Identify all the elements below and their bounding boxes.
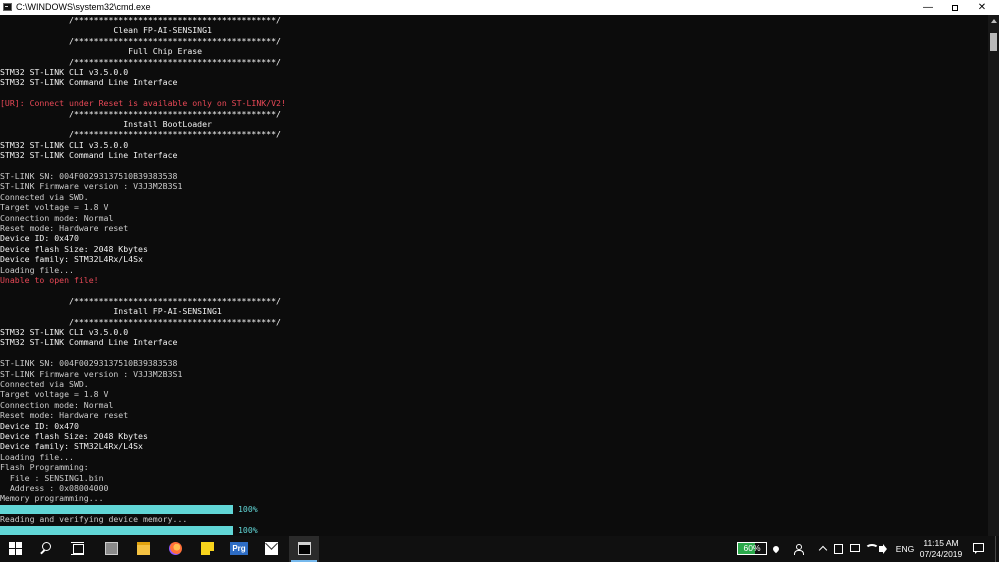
network-icon [850,544,860,552]
scroll-up-icon[interactable] [991,19,997,23]
progress-bar [0,525,233,535]
show-desktop-button[interactable] [995,536,999,562]
console-line: /***************************************… [0,316,281,327]
console-line: Device family: STM32L4Rx/L4Sx [0,441,143,452]
console-line: Reading and verifying device memory... [0,514,188,525]
console-line: Device ID: 0x470 [0,233,79,244]
vertical-scrollbar[interactable] [988,15,999,536]
volume-icon [879,544,887,554]
battery-label: 60% [743,543,761,553]
console-line: STM32 ST-LINK CLI v3.5.0.0 [0,67,129,77]
console-line: Reset mode: Hardware reset [0,410,129,421]
progress-percent: 100% [238,503,258,514]
tray-people[interactable] [790,536,808,562]
sticky-notes-icon [201,542,214,555]
drop-icon [771,544,781,554]
console-line: Connected via SWD. [0,379,89,389]
people-icon [793,544,804,555]
console-line: STM32 ST-LINK CLI v3.5.0.0 [0,327,129,337]
cmd-icon [298,542,311,555]
title-bar[interactable]: C:\WINDOWS\system32\cmd.exe — ✕ [0,0,999,15]
progress-percent: 100% [238,524,258,535]
taskbar-sticky-notes[interactable] [192,536,222,562]
console-line: Full Chip Erase [0,46,203,57]
console-line: STM32 ST-LINK Command Line Interface [0,337,178,348]
tray-drop[interactable] [767,536,785,562]
console-line: ST-LINK SN: 004F00293137510B39383538 [0,171,178,181]
console-line: STM32 ST-LINK Command Line Interface [0,77,178,88]
cmd-app-icon [3,3,12,11]
show-hidden-icons[interactable] [814,536,832,562]
console-line: Connection mode: Normal [0,399,114,410]
console-line: ST-LINK SN: 004F00293137510B39383538 [0,358,178,369]
taskbar-firefox[interactable] [160,536,190,562]
tray-volume[interactable] [876,536,894,562]
taskbar-this-pc[interactable] [96,536,126,562]
console-line: Device flash Size: 2048 Kbytes [0,243,148,254]
folder-icon [137,542,150,555]
console-line: Target voltage = 1.8 V [0,202,109,213]
console-line: Install BootLoader [0,119,212,129]
console-line: Device family: STM32L4Rx/L4Sx [0,254,143,265]
taskbar-file-explorer[interactable] [128,536,158,562]
close-button[interactable]: ✕ [968,0,996,15]
console-line: ST-LINK Firmware version : V3J3M2B3S1 [0,368,183,379]
search-icon [40,542,53,555]
task-view-icon [71,542,84,555]
taskbar-mail[interactable] [256,536,286,562]
console-line: Loading file... [0,451,74,462]
taskbar-cmd[interactable] [289,536,319,562]
taskbar-programmer[interactable]: Prg [224,536,254,562]
console-line: Connected via SWD. [0,191,89,202]
clock-time: 11:15 AM [923,538,959,548]
console-line: /***************************************… [0,15,281,25]
console-line: Flash Programming: [0,462,89,473]
console-line: Reset mode: Hardware reset [0,223,129,233]
taskbar: Prg 60% ENG 11:15 AM 07/24/2019 [0,536,999,562]
scrollbar-thumb[interactable] [990,33,997,51]
console-line: STM32 ST-LINK Command Line Interface [0,150,178,161]
chevron-up-icon [818,545,828,555]
console-output[interactable]: /***************************************… [0,15,988,536]
mail-icon [265,542,278,555]
console-line: Target voltage = 1.8 V [0,389,109,400]
console-line: Connection mode: Normal [0,212,114,223]
console-line: Clean FP-AI-SENSING1 [0,25,212,36]
console-line: STM32 ST-LINK CLI v3.5.0.0 [0,139,129,150]
task-view-button[interactable] [62,536,92,562]
console-error-line: Unable to open file! [0,275,99,285]
progress-bar [0,504,233,514]
battery-indicator[interactable]: 60% [737,542,767,555]
input-language[interactable]: ENG [893,536,917,562]
maximize-button[interactable] [941,0,969,15]
clock[interactable]: 11:15 AM 07/24/2019 [917,538,965,562]
console-line: /***************************************… [0,108,281,119]
console-line: /***************************************… [0,295,281,306]
start-button[interactable] [0,536,30,562]
console-line: Address : 0x08004000 [0,483,109,493]
clock-date: 07/24/2019 [919,549,963,559]
restore-icon [952,5,958,11]
prg-icon: Prg [230,542,248,555]
action-center-button[interactable] [970,536,988,562]
console-line: File : SENSING1.bin [0,472,104,483]
computer-icon [105,542,118,555]
console-line: ST-LINK Firmware version : V3J3M2B3S1 [0,181,183,192]
windows-logo-icon [9,542,22,555]
console-line: /***************************************… [0,56,281,67]
console-error-line: [UR]: Connect under Reset is available o… [0,98,286,109]
device-icon [834,544,843,554]
console-line: /***************************************… [0,129,281,140]
firefox-icon [169,542,182,555]
search-button[interactable] [31,536,61,562]
console-line: Device flash Size: 2048 Kbytes [0,431,148,441]
console-line: Memory programming... [0,493,104,504]
console-line: Install FP-AI-SENSING1 [0,306,222,317]
console-line: Device ID: 0x470 [0,420,79,431]
console-line: Loading file... [0,264,74,275]
console-line: /***************************************… [0,35,281,46]
window-title: C:\WINDOWS\system32\cmd.exe [16,2,151,12]
minimize-button[interactable]: — [914,0,942,15]
